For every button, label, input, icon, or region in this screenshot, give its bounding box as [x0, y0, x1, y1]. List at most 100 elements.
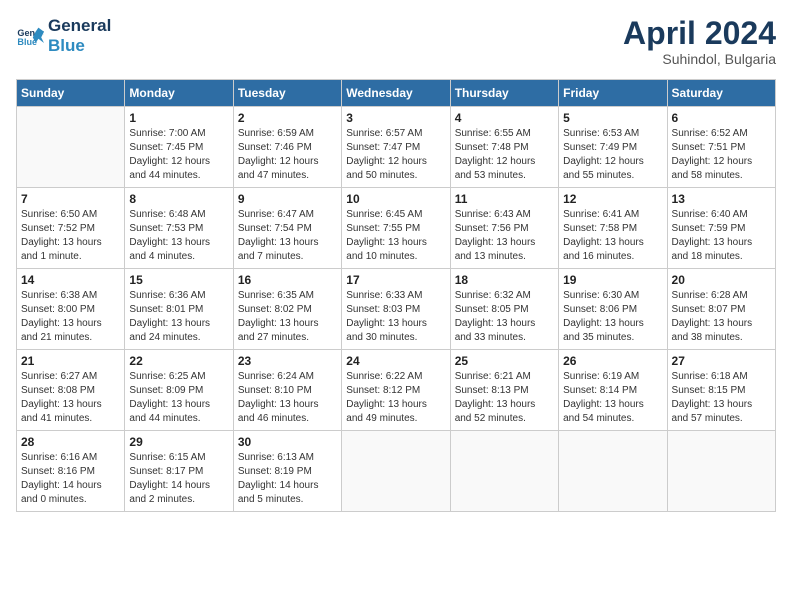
calendar-cell: 27Sunrise: 6:18 AM Sunset: 8:15 PM Dayli… — [667, 350, 775, 431]
calendar-week-row: 14Sunrise: 6:38 AM Sunset: 8:00 PM Dayli… — [17, 269, 776, 350]
page-header: General Blue General Blue April 2024 Suh… — [16, 16, 776, 67]
day-sun-info: Sunrise: 6:28 AM Sunset: 8:07 PM Dayligh… — [672, 289, 771, 345]
calendar-cell — [559, 431, 667, 512]
day-sun-info: Sunrise: 6:24 AM Sunset: 8:10 PM Dayligh… — [238, 370, 337, 426]
calendar-cell: 8 Sunrise: 6:48 AM Sunset: 7:53 PM Daylig… — [125, 188, 233, 269]
day-number: 23 — [238, 354, 337, 368]
day-sun-info: Sunrise: 6:15 AM Sunset: 8:17 PM Dayligh… — [129, 451, 228, 507]
day-sun-info: Sunrise: 6:47 AM Sunset: 7:54 PM Dayligh… — [238, 208, 337, 264]
calendar-cell — [450, 431, 558, 512]
day-sun-info: Sunrise: 6:40 AM Sunset: 7:59 PM Dayligh… — [672, 208, 771, 264]
day-sun-info: Sunrise: 6:19 AM Sunset: 8:14 PM Dayligh… — [563, 370, 662, 426]
calendar-week-row: 7 Sunrise: 6:50 AM Sunset: 7:52 PM Daylig… — [17, 188, 776, 269]
calendar-cell: 7 Sunrise: 6:50 AM Sunset: 7:52 PM Daylig… — [17, 188, 125, 269]
calendar-cell: 28 Sunrise: 6:16 AM Sunset: 8:16 PM Dayli… — [17, 431, 125, 512]
day-number: 17 — [346, 273, 445, 287]
day-number: 1 — [129, 111, 228, 125]
calendar-cell: 29Sunrise: 6:15 AM Sunset: 8:17 PM Dayli… — [125, 431, 233, 512]
calendar-week-row: 21 Sunrise: 6:27 AM Sunset: 8:08 PM Dayli… — [17, 350, 776, 431]
calendar-cell: 15 Sunrise: 6:36 AM Sunset: 8:01 PM Dayli… — [125, 269, 233, 350]
day-number: 14 — [21, 273, 120, 287]
calendar-week-row: 28 Sunrise: 6:16 AM Sunset: 8:16 PM Dayli… — [17, 431, 776, 512]
day-sun-info: Sunrise: 6:21 AM Sunset: 8:13 PM Dayligh… — [455, 370, 554, 426]
calendar-table: SundayMondayTuesdayWednesdayThursdayFrid… — [16, 79, 776, 512]
day-number: 13 — [672, 192, 771, 206]
day-number: 21 — [21, 354, 120, 368]
day-number: 12 — [563, 192, 662, 206]
day-sun-info: Sunrise: 6:41 AM Sunset: 7:58 PM Dayligh… — [563, 208, 662, 264]
calendar-cell: 20 Sunrise: 6:28 AM Sunset: 8:07 PM Dayli… — [667, 269, 775, 350]
day-sun-info: Sunrise: 6:48 AM Sunset: 7:53 PM Dayligh… — [129, 208, 228, 264]
calendar-cell: 5 Sunrise: 6:53 AM Sunset: 7:49 PM Daylig… — [559, 107, 667, 188]
day-number: 30 — [238, 435, 337, 449]
day-sun-info: Sunrise: 6:52 AM Sunset: 7:51 PM Dayligh… — [672, 127, 771, 183]
calendar-cell: 13 Sunrise: 6:40 AM Sunset: 7:59 PM Dayli… — [667, 188, 775, 269]
calendar-cell: 24 Sunrise: 6:22 AM Sunset: 8:12 PM Dayli… — [342, 350, 450, 431]
day-number: 3 — [346, 111, 445, 125]
day-sun-info: Sunrise: 6:22 AM Sunset: 8:12 PM Dayligh… — [346, 370, 445, 426]
day-number: 28 — [21, 435, 120, 449]
calendar-cell: 19Sunrise: 6:30 AM Sunset: 8:06 PM Dayli… — [559, 269, 667, 350]
day-number: 10 — [346, 192, 445, 206]
day-sun-info: Sunrise: 6:35 AM Sunset: 8:02 PM Dayligh… — [238, 289, 337, 345]
day-header-wednesday: Wednesday — [342, 80, 450, 107]
day-number: 25 — [455, 354, 554, 368]
calendar-cell: 26 Sunrise: 6:19 AM Sunset: 8:14 PM Dayli… — [559, 350, 667, 431]
day-number: 5 — [563, 111, 662, 125]
calendar-week-row: 1 Sunrise: 7:00 AM Sunset: 7:45 PM Daylig… — [17, 107, 776, 188]
calendar-cell: 18Sunrise: 6:32 AM Sunset: 8:05 PM Dayli… — [450, 269, 558, 350]
day-sun-info: Sunrise: 6:13 AM Sunset: 8:19 PM Dayligh… — [238, 451, 337, 507]
day-sun-info: Sunrise: 6:45 AM Sunset: 7:55 PM Dayligh… — [346, 208, 445, 264]
day-sun-info: Sunrise: 6:27 AM Sunset: 8:08 PM Dayligh… — [21, 370, 120, 426]
day-header-saturday: Saturday — [667, 80, 775, 107]
calendar-cell — [342, 431, 450, 512]
day-number: 18 — [455, 273, 554, 287]
day-sun-info: Sunrise: 6:36 AM Sunset: 8:01 PM Dayligh… — [129, 289, 228, 345]
day-number: 24 — [346, 354, 445, 368]
month-title: April 2024 — [623, 16, 776, 51]
day-header-friday: Friday — [559, 80, 667, 107]
calendar-cell: 10 Sunrise: 6:45 AM Sunset: 7:55 PM Dayli… — [342, 188, 450, 269]
day-header-tuesday: Tuesday — [233, 80, 341, 107]
day-number: 8 — [129, 192, 228, 206]
calendar-cell: 12 Sunrise: 6:41 AM Sunset: 7:58 PM Dayli… — [559, 188, 667, 269]
day-number: 9 — [238, 192, 337, 206]
day-header-sunday: Sunday — [17, 80, 125, 107]
day-sun-info: Sunrise: 6:53 AM Sunset: 7:49 PM Dayligh… — [563, 127, 662, 183]
calendar-cell — [667, 431, 775, 512]
day-sun-info: Sunrise: 6:30 AM Sunset: 8:06 PM Dayligh… — [563, 289, 662, 345]
calendar-cell: 14Sunrise: 6:38 AM Sunset: 8:00 PM Dayli… — [17, 269, 125, 350]
day-number: 2 — [238, 111, 337, 125]
logo-general-text: General — [48, 16, 111, 36]
title-block: April 2024 Suhindol, Bulgaria — [623, 16, 776, 67]
day-sun-info: Sunrise: 7:00 AM Sunset: 7:45 PM Dayligh… — [129, 127, 228, 183]
calendar-cell: 6 Sunrise: 6:52 AM Sunset: 7:51 PM Daylig… — [667, 107, 775, 188]
calendar-cell: 16Sunrise: 6:35 AM Sunset: 8:02 PM Dayli… — [233, 269, 341, 350]
calendar-cell: 25 Sunrise: 6:21 AM Sunset: 8:13 PM Dayli… — [450, 350, 558, 431]
day-sun-info: Sunrise: 6:59 AM Sunset: 7:46 PM Dayligh… — [238, 127, 337, 183]
day-number: 4 — [455, 111, 554, 125]
day-number: 7 — [21, 192, 120, 206]
day-sun-info: Sunrise: 6:16 AM Sunset: 8:16 PM Dayligh… — [21, 451, 120, 507]
calendar-cell: 30 Sunrise: 6:13 AM Sunset: 8:19 PM Dayli… — [233, 431, 341, 512]
calendar-cell: 1 Sunrise: 7:00 AM Sunset: 7:45 PM Daylig… — [125, 107, 233, 188]
calendar-cell: 9 Sunrise: 6:47 AM Sunset: 7:54 PM Daylig… — [233, 188, 341, 269]
day-number: 26 — [563, 354, 662, 368]
day-header-monday: Monday — [125, 80, 233, 107]
day-sun-info: Sunrise: 6:25 AM Sunset: 8:09 PM Dayligh… — [129, 370, 228, 426]
calendar-cell: 21 Sunrise: 6:27 AM Sunset: 8:08 PM Dayli… — [17, 350, 125, 431]
calendar-cell: 17 Sunrise: 6:33 AM Sunset: 8:03 PM Dayli… — [342, 269, 450, 350]
day-sun-info: Sunrise: 6:50 AM Sunset: 7:52 PM Dayligh… — [21, 208, 120, 264]
day-number: 6 — [672, 111, 771, 125]
day-number: 20 — [672, 273, 771, 287]
day-number: 27 — [672, 354, 771, 368]
calendar-cell: 2 Sunrise: 6:59 AM Sunset: 7:46 PM Daylig… — [233, 107, 341, 188]
logo-icon: General Blue — [16, 22, 44, 50]
day-sun-info: Sunrise: 6:55 AM Sunset: 7:48 PM Dayligh… — [455, 127, 554, 183]
calendar-cell: 22Sunrise: 6:25 AM Sunset: 8:09 PM Dayli… — [125, 350, 233, 431]
day-number: 15 — [129, 273, 228, 287]
calendar-cell: 4 Sunrise: 6:55 AM Sunset: 7:48 PM Daylig… — [450, 107, 558, 188]
day-sun-info: Sunrise: 6:33 AM Sunset: 8:03 PM Dayligh… — [346, 289, 445, 345]
calendar-cell — [17, 107, 125, 188]
calendar-header-row: SundayMondayTuesdayWednesdayThursdayFrid… — [17, 80, 776, 107]
